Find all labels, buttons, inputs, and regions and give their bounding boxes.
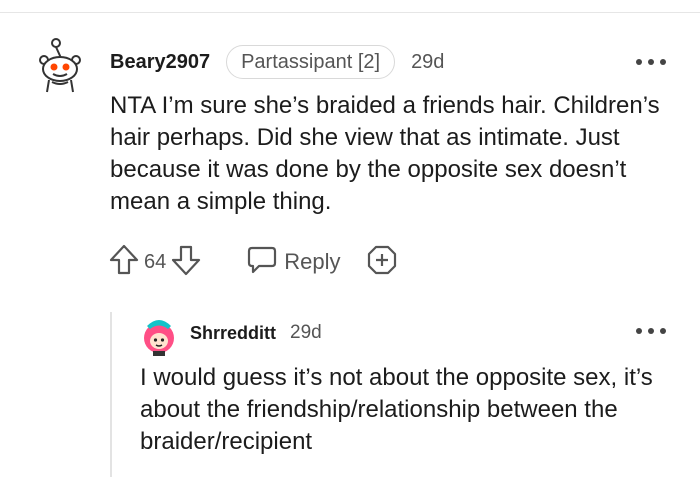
username-link[interactable]: Beary2907 (110, 51, 210, 74)
comment-header: Beary2907 Partassipant [2] 29d (110, 44, 444, 80)
more-options-icon[interactable] (636, 56, 666, 68)
reply-icon (246, 245, 278, 280)
comment-actions: 64 Reply (108, 242, 399, 282)
vote-score: 64 (144, 250, 167, 273)
more-options-icon[interactable] (636, 325, 666, 337)
reply-username-link[interactable]: Shrredditt (190, 323, 276, 344)
snoo-avatar-icon[interactable] (36, 36, 92, 96)
reply-label: Reply (284, 249, 341, 274)
comment-body: NTA I’m sure she’s braided a friends hai… (110, 92, 660, 215)
downvote-icon[interactable] (170, 243, 202, 282)
reply-body: I would guess it’s not about the opposit… (140, 364, 653, 455)
thread-line[interactable] (110, 312, 112, 477)
award-icon[interactable] (365, 243, 399, 282)
reply-header: Shrredditt 29d (190, 318, 322, 348)
user-flair: Partassipant [2] (226, 45, 396, 79)
user-avatar-icon[interactable] (140, 316, 178, 356)
top-divider (0, 12, 700, 13)
reply-age[interactable]: 29d (290, 322, 322, 344)
reply-button[interactable]: Reply (246, 245, 341, 280)
comment-age[interactable]: 29d (411, 51, 444, 74)
upvote-icon[interactable] (108, 243, 140, 282)
